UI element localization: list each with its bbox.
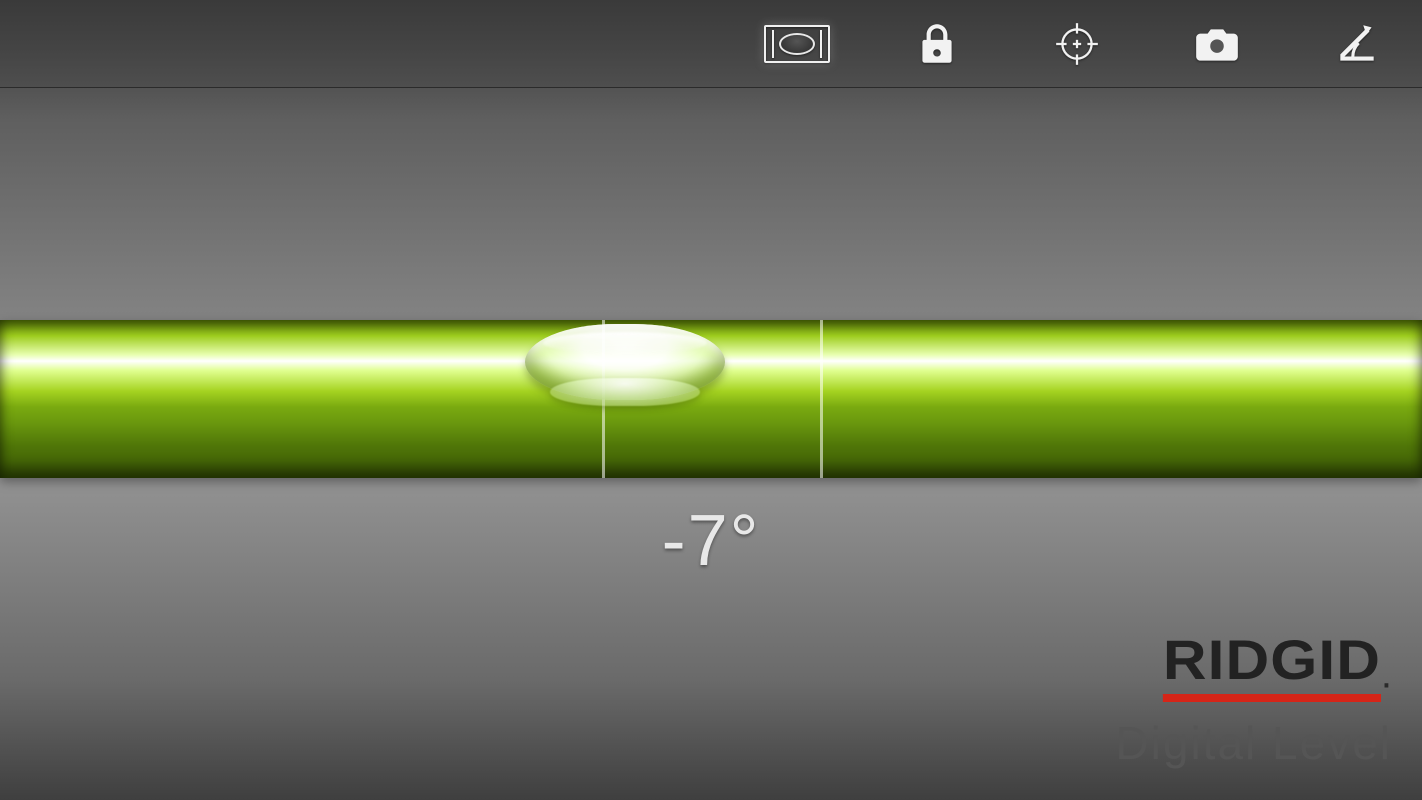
angle-reference-button[interactable] [1322,14,1392,74]
brand-dot: . [1381,652,1392,696]
horizontal-level-mode-icon [764,25,830,63]
camera-icon [1192,19,1242,69]
toolbar [0,0,1422,88]
mode-level-button[interactable] [762,14,832,74]
lock-icon [912,19,962,69]
brand-name: RIDGID [1163,632,1381,702]
calibrate-button[interactable] [1042,14,1112,74]
brand-logo: RIDGID. Digital Level [1115,632,1392,770]
angle-reference-icon [1332,19,1382,69]
level-bubble-reflection [550,378,700,406]
level-tube [0,320,1422,478]
camera-button[interactable] [1182,14,1252,74]
level-mark-right [820,320,823,478]
product-name: Digital Level [1115,716,1392,770]
calibrate-target-icon [1052,19,1102,69]
angle-readout: -7° [0,500,1422,582]
lock-button[interactable] [902,14,972,74]
